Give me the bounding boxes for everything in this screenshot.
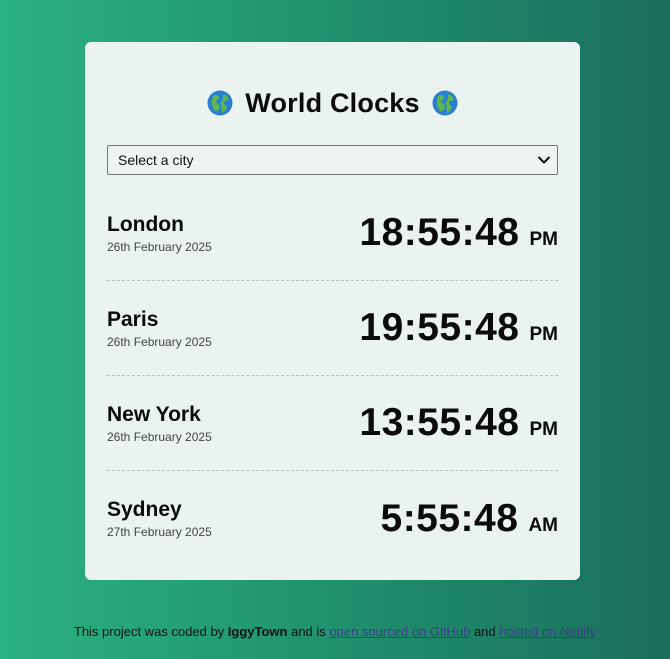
city-info: Sydney 27th February 2025 xyxy=(107,498,212,539)
city-name: London xyxy=(107,212,184,236)
city-time: 19:55:48 PM xyxy=(359,306,558,350)
footer-text: and xyxy=(470,624,500,639)
time-value: 5:55:48 xyxy=(380,496,519,540)
city-time: 5:55:48 AM xyxy=(381,497,559,541)
title-row: World Clocks xyxy=(107,86,558,120)
city-row: London 26th February 2025 18:55:48 PM xyxy=(107,186,558,281)
footer-text: This project was coded by xyxy=(73,624,228,639)
time-value: 13:55:48 xyxy=(359,401,520,444)
chevron-down-icon xyxy=(538,156,550,164)
time-value: 18:55:48 xyxy=(359,211,520,254)
city-info: London 26th February 2025 xyxy=(107,213,212,254)
am-pm-label: AM xyxy=(528,514,558,536)
city-row: Paris 26th February 2025 19:55:48 PM xyxy=(107,281,558,376)
city-row: New York 26th February 2025 13:55:48 PM xyxy=(107,376,558,471)
author-name: IggyTown xyxy=(227,624,288,639)
city-name: Paris xyxy=(107,307,159,331)
am-pm-label: PM xyxy=(529,229,559,250)
github-link[interactable]: open sourced on GitHub xyxy=(329,624,470,639)
city-info: New York 26th February 2025 xyxy=(107,403,212,444)
city-select-value: Select a city xyxy=(118,152,194,168)
city-name: New York xyxy=(107,402,201,426)
netlify-link[interactable]: hosted on Netlify xyxy=(499,624,596,639)
city-date: 26th February 2025 xyxy=(107,239,212,254)
time-value: 19:55:48 xyxy=(359,306,520,349)
city-time: 18:55:48 PM xyxy=(359,211,558,255)
clock-list: London 26th February 2025 18:55:48 PM Pa… xyxy=(107,186,558,566)
city-name: Sydney xyxy=(107,498,182,521)
city-time: 13:55:48 PM xyxy=(359,401,558,445)
city-date: 26th February 2025 xyxy=(107,334,212,349)
city-date: 27th February 2025 xyxy=(107,525,212,539)
footer-text: and is xyxy=(287,624,330,639)
globe-icon xyxy=(432,90,458,116)
am-pm-label: PM xyxy=(529,419,559,440)
city-info: Paris 26th February 2025 xyxy=(107,308,212,349)
page-title: World Clocks xyxy=(245,87,420,118)
footer: This project was coded by IggyTown and i… xyxy=(0,624,670,639)
clock-card: World Clocks Select a city London 26th F… xyxy=(85,42,580,580)
am-pm-label: PM xyxy=(529,324,559,345)
city-row: Sydney 27th February 2025 5:55:48 AM xyxy=(107,471,558,566)
globe-icon xyxy=(207,90,233,116)
city-select[interactable]: Select a city xyxy=(107,145,558,175)
city-date: 26th February 2025 xyxy=(107,429,212,444)
